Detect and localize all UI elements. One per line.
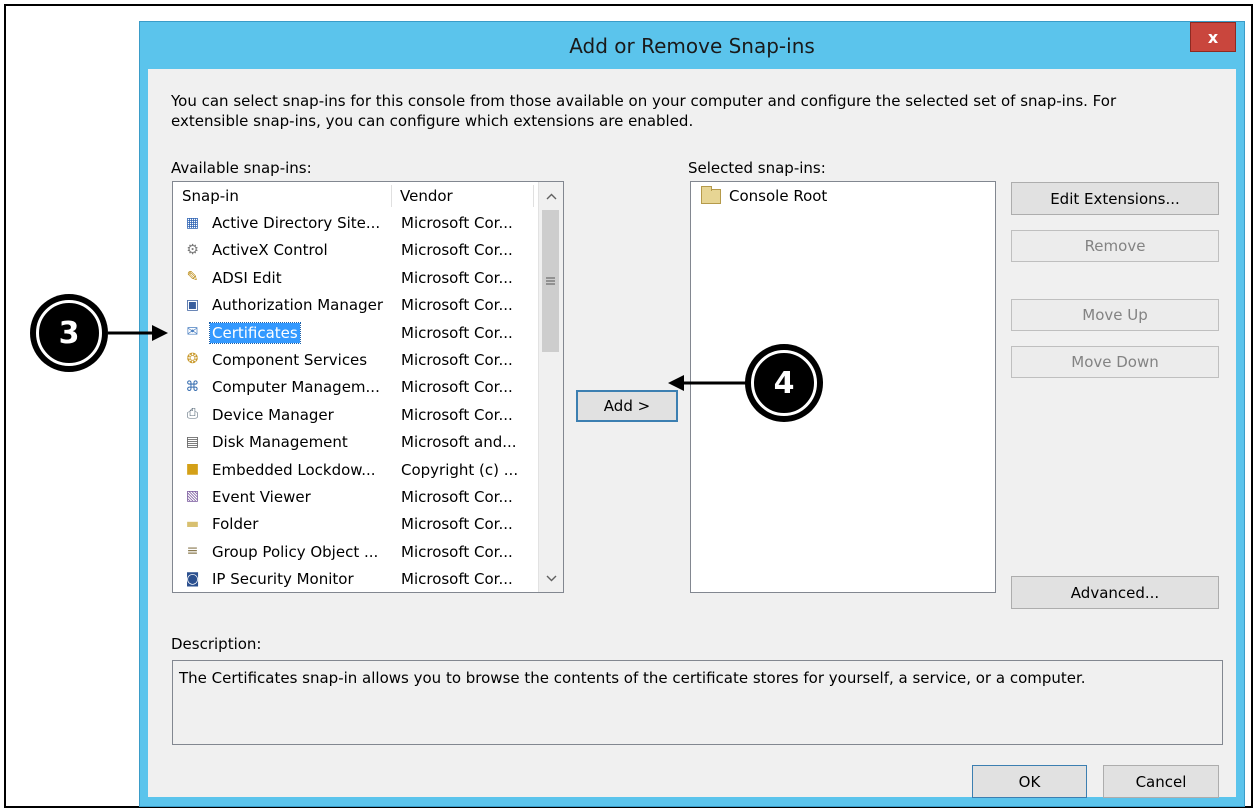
snap-in-row[interactable]: ⌘ Computer Managem... Microsoft Cor...: [173, 374, 538, 401]
column-header-vendor[interactable]: Vendor: [400, 185, 453, 207]
snap-in-row[interactable]: ▦ Active Directory Site... Microsoft Cor..…: [173, 210, 538, 237]
snap-in-name: Embedded Lockdow...: [212, 460, 376, 479]
scroll-thumb[interactable]: [542, 210, 559, 352]
computer-management-icon: ⌘: [185, 378, 200, 395]
vertical-scrollbar[interactable]: [538, 182, 563, 592]
ip-security-icon: ◙: [185, 570, 200, 587]
snap-in-row[interactable]: ▬ Folder Microsoft Cor...: [173, 511, 538, 538]
snap-in-vendor: Microsoft Cor...: [401, 378, 513, 397]
snap-in-vendor: Microsoft Cor...: [401, 350, 513, 369]
snap-in-name: Disk Management: [212, 433, 348, 452]
event-viewer-icon: ▧: [185, 488, 200, 505]
snap-in-row[interactable]: ≡ Group Policy Object ... Microsoft Cor...: [173, 539, 538, 566]
snap-in-vendor: Microsoft Cor...: [401, 323, 513, 342]
disk-management-icon: ▤: [185, 433, 200, 450]
snap-in-name: Device Manager: [212, 405, 334, 424]
console-root-label: Console Root: [729, 187, 828, 205]
title-bar[interactable]: Add or Remove Snap-ins x: [140, 22, 1244, 68]
snap-in-vendor: Microsoft Cor...: [401, 542, 513, 561]
snap-in-row[interactable]: ▧ Event Viewer Microsoft Cor...: [173, 484, 538, 511]
group-policy-icon: ≡: [186, 543, 199, 560]
list-header: Snap-in Vendor: [173, 182, 538, 209]
snap-in-vendor: Microsoft Cor...: [401, 570, 513, 589]
snap-in-vendor: Microsoft Cor...: [401, 487, 513, 506]
dialog-body: You can select snap-ins for this console…: [148, 69, 1236, 798]
snap-in-row[interactable]: ▣ Authorization Manager Microsoft Cor...: [173, 292, 538, 319]
snap-in-name: Component Services: [212, 350, 368, 369]
snap-in-name: Folder: [212, 515, 259, 534]
lock-icon: ■: [185, 461, 200, 478]
ok-button[interactable]: OK: [972, 765, 1087, 798]
snap-in-name: Active Directory Site...: [212, 214, 381, 232]
certificates-icon: ✉: [186, 324, 199, 341]
snap-in-name: ADSI Edit: [212, 268, 282, 287]
snap-in-vendor: Microsoft Cor...: [401, 515, 513, 534]
scroll-down-icon[interactable]: [539, 566, 563, 590]
callout-step-4-number: 4: [751, 350, 817, 416]
snap-in-row[interactable]: ⎙ Device Manager Microsoft Cor...: [173, 402, 538, 429]
arrow-to-add-button-icon: [668, 375, 746, 391]
snap-in-row[interactable]: ✉ Certificates Microsoft Cor...: [173, 320, 538, 347]
intro-text: You can select snap-ins for this console…: [171, 92, 1117, 130]
component-services-icon: ❂: [186, 351, 199, 368]
close-button[interactable]: x: [1190, 22, 1236, 52]
snap-in-rows: ▦ Active Directory Site... Microsoft Cor..…: [173, 210, 538, 592]
column-header-snap-in[interactable]: Snap-in: [182, 185, 239, 207]
remove-button[interactable]: Remove: [1011, 230, 1219, 262]
advanced-button[interactable]: Advanced...: [1011, 576, 1219, 609]
snap-in-vendor: Microsoft Cor...: [401, 268, 513, 287]
list-item-console-root[interactable]: Console Root: [701, 185, 828, 205]
callout-step-3-number: 3: [36, 300, 102, 366]
snap-in-vendor: Microsoft Cor...: [401, 405, 513, 424]
folder-icon: ▬: [185, 515, 200, 532]
snap-in-vendor: Microsoft Cor...: [401, 214, 513, 232]
snap-in-vendor: Microsoft and...: [401, 433, 517, 452]
snap-in-name: Computer Managem...: [212, 378, 380, 397]
snap-in-vendor: Microsoft Cor...: [401, 296, 513, 315]
snap-in-name: IP Security Monitor: [212, 570, 354, 589]
adsi-edit-icon: ✎: [186, 269, 199, 286]
snap-in-row[interactable]: ▤ Disk Management Microsoft and...: [173, 429, 538, 456]
available-snap-ins-label: Available snap-ins:: [171, 159, 312, 177]
ad-sites-icon: ▦: [185, 214, 200, 231]
device-manager-icon: ⎙: [186, 406, 199, 423]
selected-snap-ins-label: Selected snap-ins:: [688, 159, 826, 177]
edit-extensions-button[interactable]: Edit Extensions...: [1011, 182, 1219, 215]
move-up-button[interactable]: Move Up: [1011, 299, 1219, 331]
snap-in-name: Group Policy Object ...: [212, 542, 379, 561]
activex-icon: ⚙: [186, 241, 199, 258]
snap-in-row[interactable]: ✎ ADSI Edit Microsoft Cor...: [173, 265, 538, 292]
column-divider[interactable]: [533, 185, 534, 207]
snap-in-name: ActiveX Control: [212, 241, 328, 260]
snap-in-row[interactable]: ⚙ ActiveX Control Microsoft Cor...: [173, 237, 538, 264]
snap-in-row[interactable]: ❂ Component Services Microsoft Cor...: [173, 347, 538, 374]
snap-ins-dialog: Add or Remove Snap-ins x You can select …: [139, 21, 1245, 807]
add-button[interactable]: Add >: [576, 390, 678, 422]
description-text: The Certificates snap-in allows you to b…: [179, 669, 1086, 687]
callout-step-3: 3: [30, 294, 108, 372]
dialog-title: Add or Remove Snap-ins: [569, 34, 815, 58]
description-box: The Certificates snap-in allows you to b…: [172, 660, 1223, 745]
cancel-button[interactable]: Cancel: [1103, 765, 1219, 798]
description-label: Description:: [171, 635, 262, 653]
callout-step-4: 4: [745, 344, 823, 422]
authorization-manager-icon: ▣: [185, 296, 200, 313]
snap-in-row[interactable]: ■ Embedded Lockdow... Copyright (c) ...: [173, 457, 538, 484]
available-snap-ins-list[interactable]: Snap-in Vendor ▦ Active Directory Site...…: [172, 181, 564, 593]
snap-in-row[interactable]: ◙ IP Security Monitor Microsoft Cor...: [173, 566, 538, 592]
snap-in-name: Certificates: [209, 321, 301, 344]
snap-in-vendor: Copyright (c) ...: [401, 460, 519, 479]
folder-icon: [701, 185, 721, 204]
snap-in-name: Authorization Manager: [212, 296, 383, 315]
arrow-to-certificates-icon: [108, 325, 168, 341]
scroll-up-icon[interactable]: [539, 184, 563, 208]
move-down-button[interactable]: Move Down: [1011, 346, 1219, 378]
snap-in-vendor: Microsoft Cor...: [401, 241, 513, 260]
snap-in-name: Event Viewer: [212, 487, 311, 506]
column-divider[interactable]: [391, 185, 392, 207]
